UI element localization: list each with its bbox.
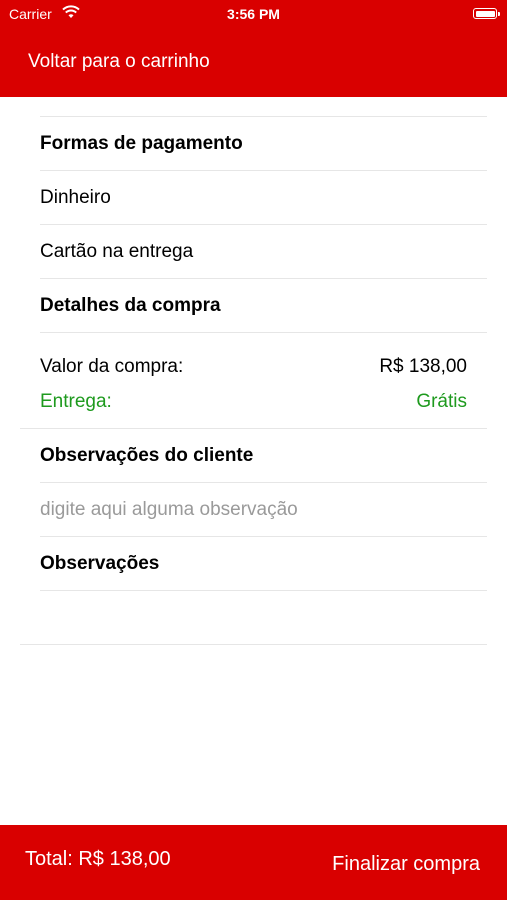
client-notes-input[interactable]: digite aqui alguma observação (40, 499, 298, 521)
delivery-label: Entrega: (40, 391, 112, 412)
divider (40, 590, 487, 591)
purchase-value-label: Valor da compra: (40, 356, 184, 377)
payment-section-title: Formas de pagamento (40, 133, 243, 154)
app-header: Carrier 3:56 PM Voltar para o carrinho (0, 0, 507, 97)
client-notes-title: Observações do cliente (40, 445, 254, 466)
delivery-value: Grátis (416, 391, 467, 412)
divider (40, 224, 487, 225)
purchase-details-title: Detalhes da compra (40, 295, 221, 316)
back-to-cart-button[interactable]: Voltar para o carrinho (28, 51, 210, 73)
finish-purchase-button[interactable]: Finalizar compra (332, 853, 480, 876)
status-bar: Carrier 3:56 PM (0, 0, 507, 28)
divider (40, 170, 487, 171)
payment-option-cash[interactable]: Dinheiro (40, 187, 111, 209)
notes-title: Observações (40, 553, 160, 574)
clock: 3:56 PM (227, 6, 280, 22)
battery-icon (473, 8, 500, 19)
purchase-value: R$ 138,00 (379, 356, 467, 377)
divider (20, 644, 487, 645)
divider (40, 278, 487, 279)
checkout-footer: Total: R$ 138,00 Finalizar compra (0, 825, 507, 900)
payment-option-card[interactable]: Cartão na entrega (40, 241, 193, 263)
divider (40, 332, 487, 333)
total-label: Total: R$ 138,00 (25, 848, 171, 870)
divider (20, 428, 487, 429)
divider (40, 116, 487, 117)
divider (40, 482, 487, 483)
divider (40, 536, 487, 537)
